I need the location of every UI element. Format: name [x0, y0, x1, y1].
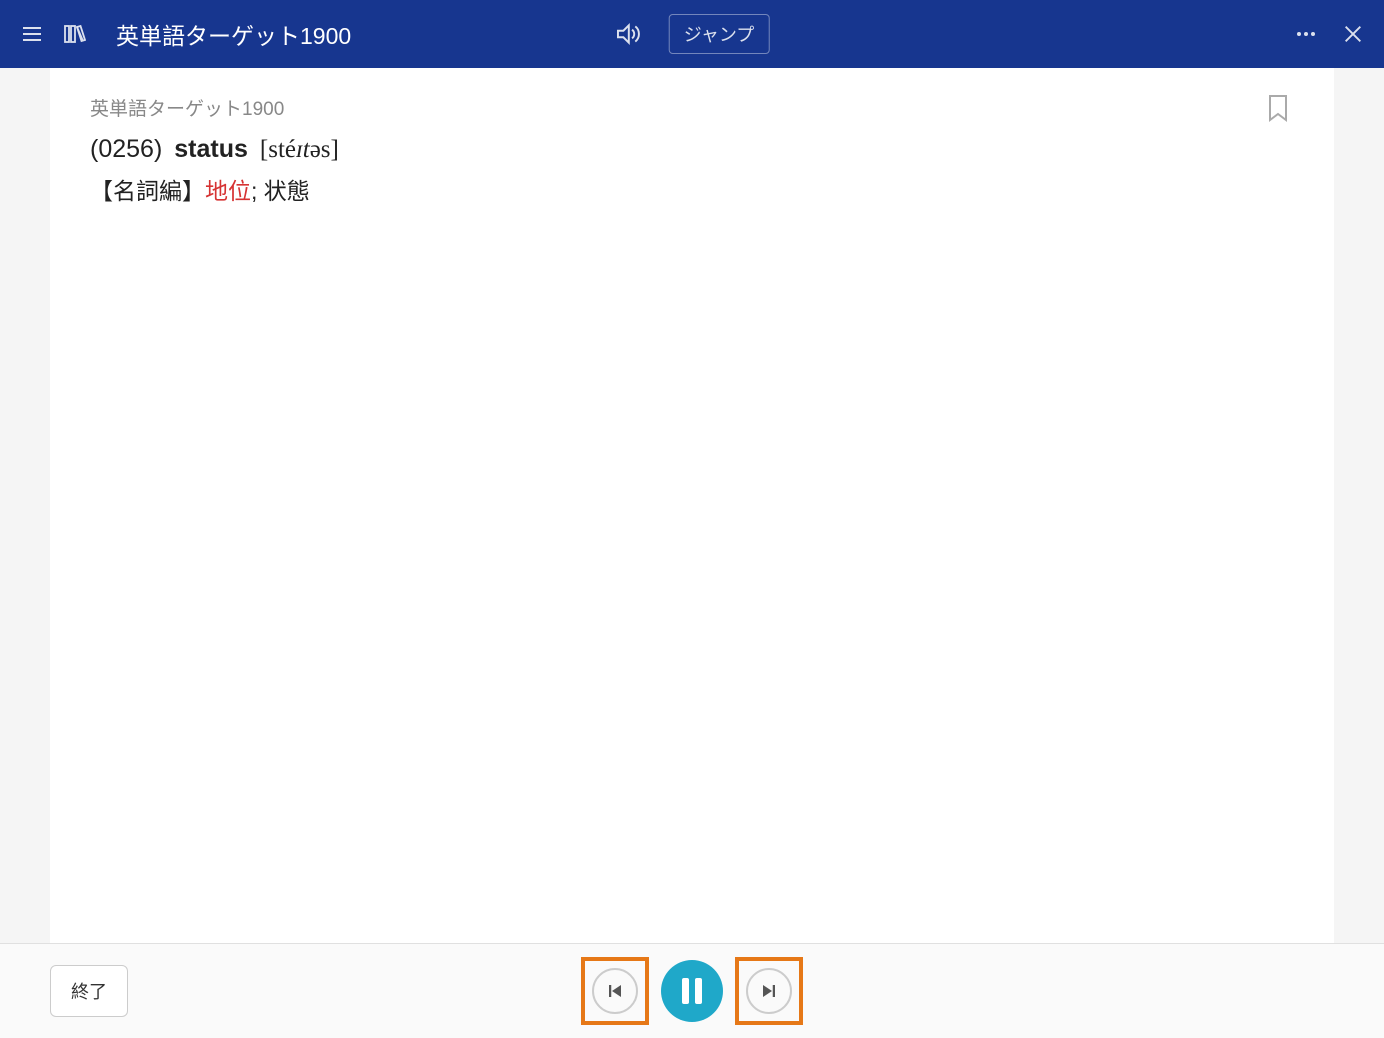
- breadcrumb: 英単語ターゲット1900: [90, 94, 1294, 121]
- exit-button[interactable]: 終了: [50, 965, 128, 1017]
- app-header: 英単語ターゲット1900 ジャンプ: [0, 0, 1384, 68]
- definition-highlight: 地位: [205, 178, 251, 204]
- speaker-icon[interactable]: [615, 21, 641, 47]
- close-icon[interactable]: [1342, 23, 1364, 45]
- header-left-group: 英単語ターゲット1900: [20, 17, 351, 51]
- menu-icon[interactable]: [20, 22, 44, 46]
- content-inner: 英単語ターゲット1900 (0256) status [stéɪtəs] 【名詞…: [50, 68, 1334, 943]
- footer: 終了: [0, 943, 1384, 1038]
- more-icon[interactable]: [1294, 22, 1318, 46]
- entry-word: status: [174, 135, 248, 164]
- definition-tag: 【名詞編】: [90, 178, 205, 204]
- content-area[interactable]: 英単語ターゲット1900 (0256) status [stéɪtəs] 【名詞…: [50, 68, 1334, 943]
- books-icon[interactable]: [62, 22, 86, 46]
- pause-button[interactable]: [661, 960, 723, 1022]
- header-center-group: ジャンプ: [615, 14, 770, 54]
- jump-button[interactable]: ジャンプ: [669, 14, 770, 54]
- app-title: 英単語ターゲット1900: [116, 17, 351, 51]
- next-button[interactable]: [735, 957, 803, 1025]
- entry-number: (0256): [90, 135, 162, 164]
- entry-heading: (0256) status [stéɪtəs]: [90, 135, 1294, 164]
- skip-previous-icon: [592, 968, 638, 1014]
- definition-line: 【名詞編】地位; 状態: [90, 172, 1294, 206]
- definition-rest: ; 状態: [251, 178, 310, 204]
- player-controls: [581, 957, 803, 1025]
- main-wrapper: 英単語ターゲット1900 (0256) status [stéɪtəs] 【名詞…: [0, 68, 1384, 943]
- header-right-group: [1294, 22, 1364, 46]
- entry-pronunciation: [stéɪtəs]: [260, 136, 339, 164]
- previous-button[interactable]: [581, 957, 649, 1025]
- skip-next-icon: [746, 968, 792, 1014]
- pause-icon: [682, 978, 702, 1004]
- bookmark-icon[interactable]: [1266, 94, 1290, 122]
